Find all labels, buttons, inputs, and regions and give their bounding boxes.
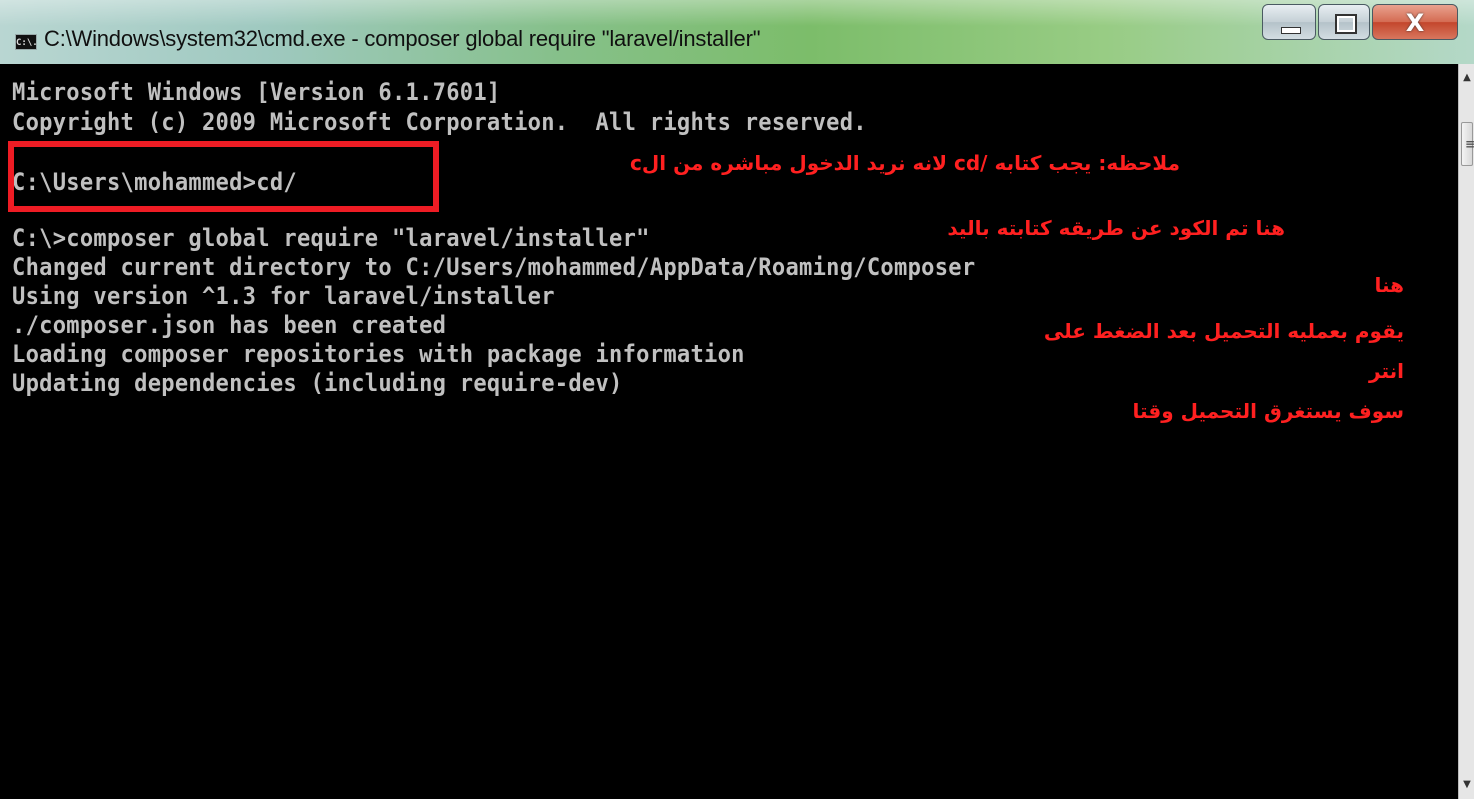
close-button[interactable]: X — [1372, 4, 1458, 40]
annotation-note-enter: انتر — [1369, 359, 1404, 383]
console-line: Updating dependencies (including require… — [12, 369, 623, 397]
console-line: Using version ^1.3 for laravel/installer — [12, 282, 555, 310]
annotation-note-wait: سوف يستغرق التحميل وقتا — [1132, 399, 1404, 423]
annotation-note-cd: ملاحظه: يجب كتابه /cd لانه نريد الدخول م… — [630, 151, 1180, 175]
console-line: Loading composer repositories with packa… — [12, 340, 745, 368]
minimize-icon — [1281, 27, 1301, 34]
grip-icon: ≡ — [1465, 137, 1474, 151]
scrollbar-thumb[interactable]: ≡ — [1461, 122, 1474, 166]
maximize-button[interactable] — [1318, 4, 1370, 40]
window-title: C:\Windows\system32\cmd.exe - composer g… — [44, 26, 761, 51]
annotation-note-typed: هنا تم الكود عن طريقه كتابته باليد — [947, 216, 1285, 240]
console-line: Changed current directory to C:/Users/mo… — [12, 253, 976, 281]
scroll-up-arrow[interactable]: ▲ — [1459, 64, 1474, 92]
vertical-scrollbar[interactable]: ▲ ≡ ▼ — [1458, 64, 1474, 799]
console-line: C:\>composer global require "laravel/ins… — [12, 224, 650, 252]
window-title-bar[interactable]: C:\. C:\Windows\system32\cmd.exe - compo… — [0, 0, 1474, 64]
annotation-note-here: هنا — [1374, 273, 1404, 297]
highlight-box — [8, 141, 439, 212]
console-line: Microsoft Windows [Version 6.1.7601] — [12, 78, 501, 106]
scroll-down-arrow[interactable]: ▼ — [1459, 771, 1474, 799]
console-line: ./composer.json has been created — [12, 311, 447, 339]
maximize-icon — [1335, 14, 1357, 34]
minimize-button[interactable] — [1262, 4, 1316, 40]
cmd-icon-text: C:\. — [16, 38, 38, 48]
annotation-note-loading: يقوم بعمليه التحميل بعد الضغط على — [1043, 319, 1404, 343]
console-line: Copyright (c) 2009 Microsoft Corporation… — [12, 108, 867, 136]
cmd-icon[interactable]: C:\. — [15, 34, 38, 50]
close-icon: X — [1405, 9, 1425, 37]
